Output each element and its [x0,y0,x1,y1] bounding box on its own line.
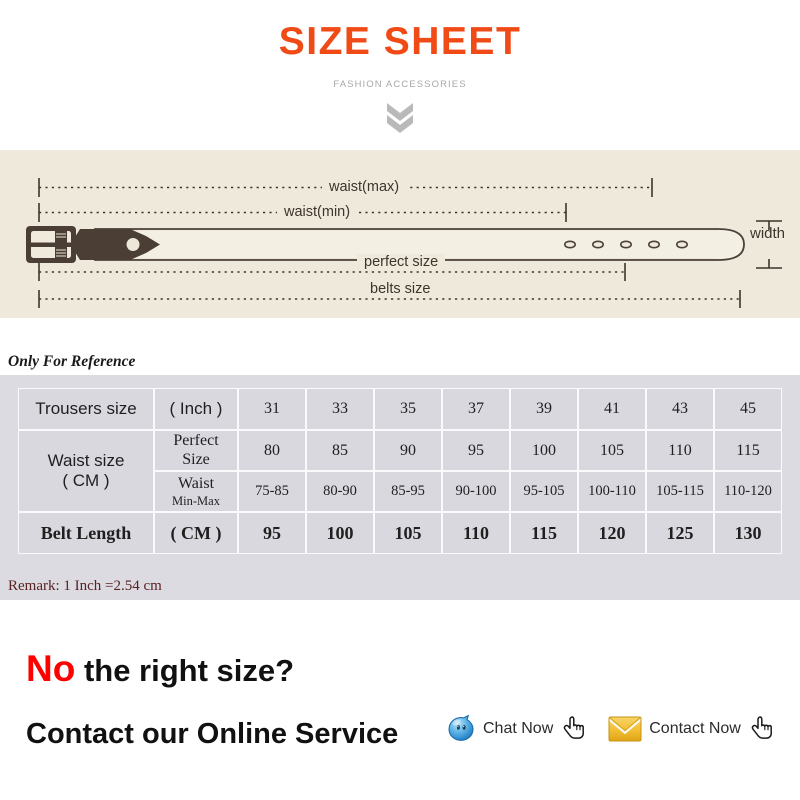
table-cell: 95 [238,512,306,554]
row-unit-trousers-size: ( Inch ) [154,388,238,430]
table-row-trousers-size: Trousers size ( Inch ) 31 33 35 37 39 41… [18,388,782,430]
perfect-size-line1: Perfect [173,432,219,450]
table-cell: 110 [646,430,714,471]
page-subtitle: FASHION ACCESSORIES [333,79,467,90]
table-cell: 115 [714,430,782,471]
table-cell: 33 [306,388,374,430]
label-width: width [750,225,786,242]
table-cell: 85 [306,430,374,471]
perfect-size-line2: Size [182,450,210,468]
remark-text: Remark: 1 Inch =2.54 cm [8,578,162,594]
pointing-hand-icon[interactable] [748,714,776,744]
row-unit-waist-min-max: Waist Min-Max [154,471,238,512]
table-cell: 39 [510,388,578,430]
row-label-belt-length: Belt Length [18,512,154,554]
waist-size-label-line2: ( CM ) [62,471,110,490]
table-cell: 43 [646,388,714,430]
table-cell: 120 [578,512,646,554]
no-right-size-heading: No the right size? [26,648,294,690]
table-row-perfect-size: Waist size ( CM ) Perfect Size 80 85 90 … [18,430,782,512]
table-cell: 110-120 [714,471,782,512]
table-cell: 45 [714,388,782,430]
reference-note: Only For Reference [8,353,136,370]
label-waist-max: waist(max) [322,179,407,195]
table-cell: 105 [374,512,442,554]
size-table: Trousers size ( Inch ) 31 33 35 37 39 41… [18,388,782,554]
belt-diagram: waist(max) waist(min) perfect size belts… [0,150,800,318]
row-unit-perfect-size: Perfect Size [154,430,238,471]
table-cell: 125 [646,512,714,554]
double-chevron-down-icon [0,100,800,134]
chat-now-button[interactable]: Chat Now [446,714,588,744]
row-unit-belt-length: ( CM ) [154,512,238,554]
table-cell: 110 [442,512,510,554]
table-cell: 115 [510,512,578,554]
table-cell: 100 [306,512,374,554]
contact-service-heading: Contact our Online Service [26,718,399,750]
table-cell: 31 [238,388,306,430]
page-footer [0,620,800,800]
no-word: No [26,648,76,689]
label-belts-size: belts size [363,281,438,297]
trademanager-chat-icon[interactable] [446,714,476,744]
envelope-icon[interactable] [608,716,642,742]
table-cell: 75-85 [238,471,306,512]
table-cell: 90-100 [442,471,510,512]
table-cell: 105-115 [646,471,714,512]
row-label-trousers-size: Trousers size [18,388,154,430]
table-cell: 90 [374,430,442,471]
table-cell: 95 [442,430,510,471]
table-cell: 85-95 [374,471,442,512]
label-perfect-size: perfect size [357,254,446,270]
waist-minmax-line1: Waist [177,475,215,493]
right-size-question: the right size? [75,653,295,688]
table-row-belt-length: Belt Length ( CM ) 95 100 105 110 115 12… [18,512,782,554]
table-cell: 100 [510,430,578,471]
table-cell: 80-90 [306,471,374,512]
table-cell: 35 [374,388,442,430]
waist-minmax-line2: Min-Max [172,493,220,508]
size-sheet-page: SIZE SHEET FASHION ACCESSORIES waist(max… [0,0,800,800]
page-title: SIZE SHEET [278,20,522,63]
label-waist-min: waist(min) [277,204,358,220]
page-header: SIZE SHEET FASHION ACCESSORIES [0,0,800,150]
table-cell: 37 [442,388,510,430]
waist-size-label-line1: Waist size [47,451,125,471]
table-cell: 95-105 [510,471,578,512]
table-cell: 130 [714,512,782,554]
table-cell: 100-110 [578,471,646,512]
contact-now-label: Contact Now [649,720,741,737]
contact-now-button[interactable]: Contact Now [608,714,776,744]
row-label-waist-size: Waist size ( CM ) [18,430,154,512]
chat-now-label: Chat Now [483,720,554,737]
cta-row: Chat Now Contact Now [446,714,776,744]
size-table-section: Trousers size ( Inch ) 31 33 35 37 39 41… [0,375,800,600]
pointing-hand-icon[interactable] [560,714,588,744]
table-cell: 41 [578,388,646,430]
table-cell: 80 [238,430,306,471]
table-cell: 105 [578,430,646,471]
